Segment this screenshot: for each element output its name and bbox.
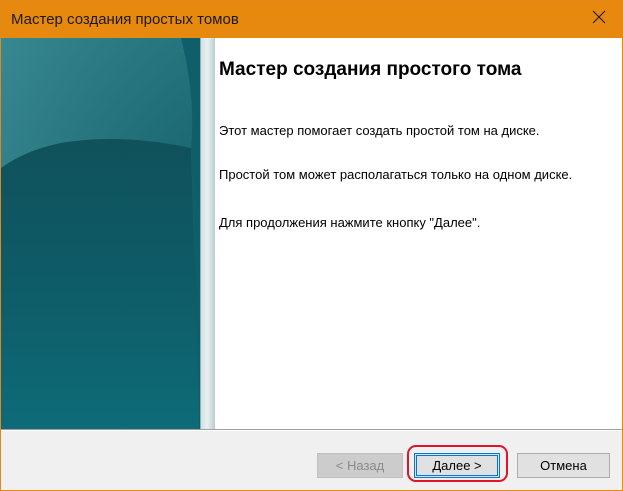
wizard-window: Мастер создания простых томов Мастер соз… [0, 0, 623, 491]
close-button[interactable] [576, 1, 622, 38]
back-button[interactable]: < Назад [317, 453, 403, 478]
cancel-button[interactable]: Отмена [517, 453, 610, 478]
next-button-focus-ring [416, 455, 498, 476]
wizard-footer: < Назад Далее > Отмена [1, 431, 622, 490]
close-icon [592, 10, 606, 29]
continue-hint-text: Для продолжения нажмите кнопку "Далее". [219, 215, 481, 230]
window-title: Мастер создания простых томов [11, 11, 239, 28]
wizard-main-panel: Мастер создания простого тома Этот масте… [217, 38, 617, 429]
volume-info-text: Простой том может располагаться только н… [219, 167, 573, 182]
title-bar: Мастер создания простых томов [1, 1, 622, 38]
wizard-banner-graphic [1, 38, 215, 429]
wizard-content: Мастер создания простого тома Этот масте… [1, 38, 622, 429]
page-title: Мастер создания простого тома [219, 59, 522, 80]
intro-text: Этот мастер помогает создать простой том… [219, 123, 540, 138]
next-button[interactable]: Далее > [414, 453, 500, 478]
